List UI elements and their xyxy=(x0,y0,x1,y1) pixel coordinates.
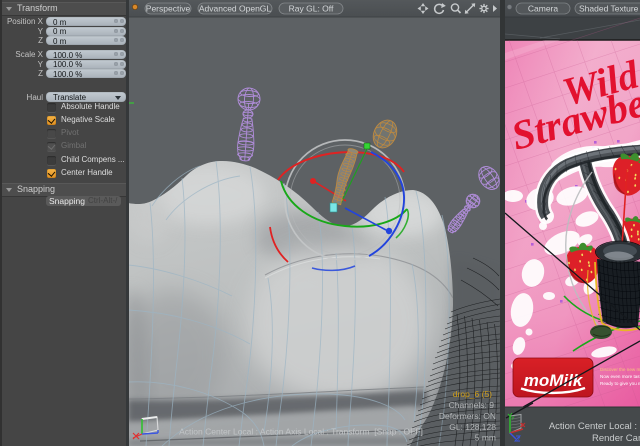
svg-text:Render Camera: Render Camera xyxy=(592,433,640,444)
svg-text:Advanced OpenGL: Advanced OpenGL xyxy=(199,3,272,13)
svg-text:drop_6 (5): drop_6 (5) xyxy=(453,389,492,399)
svg-text:Action Center Local :: Action Center Local : xyxy=(549,421,637,432)
svg-text:moMilk: moMilk xyxy=(524,371,584,390)
svg-text:Perspective: Perspective xyxy=(146,3,191,13)
svg-text:5 mm: 5 mm xyxy=(475,433,496,443)
svg-text:Shaded Texture: Shaded Texture xyxy=(579,3,639,13)
svg-text:Deformers: ON: Deformers: ON xyxy=(439,411,496,421)
svg-text:X: X xyxy=(520,423,524,429)
svg-text:Ready to give you more: Ready to give you more xyxy=(600,381,640,386)
svg-text:Action Center Local : Action A: Action Center Local : Action Axis Local … xyxy=(179,427,423,437)
svg-text:Discover the new moMilk.: Discover the new moMilk. xyxy=(600,367,640,372)
svg-text:GL: 128,128: GL: 128,128 xyxy=(449,422,496,432)
svg-text:Y: Y xyxy=(511,416,515,422)
svg-text:Camera: Camera xyxy=(528,3,559,13)
svg-text:Channels: 9: Channels: 9 xyxy=(449,400,495,410)
svg-text:Ray GL: Off: Ray GL: Off xyxy=(289,3,334,13)
svg-text:Now even more taste: Now even more taste xyxy=(600,374,640,379)
